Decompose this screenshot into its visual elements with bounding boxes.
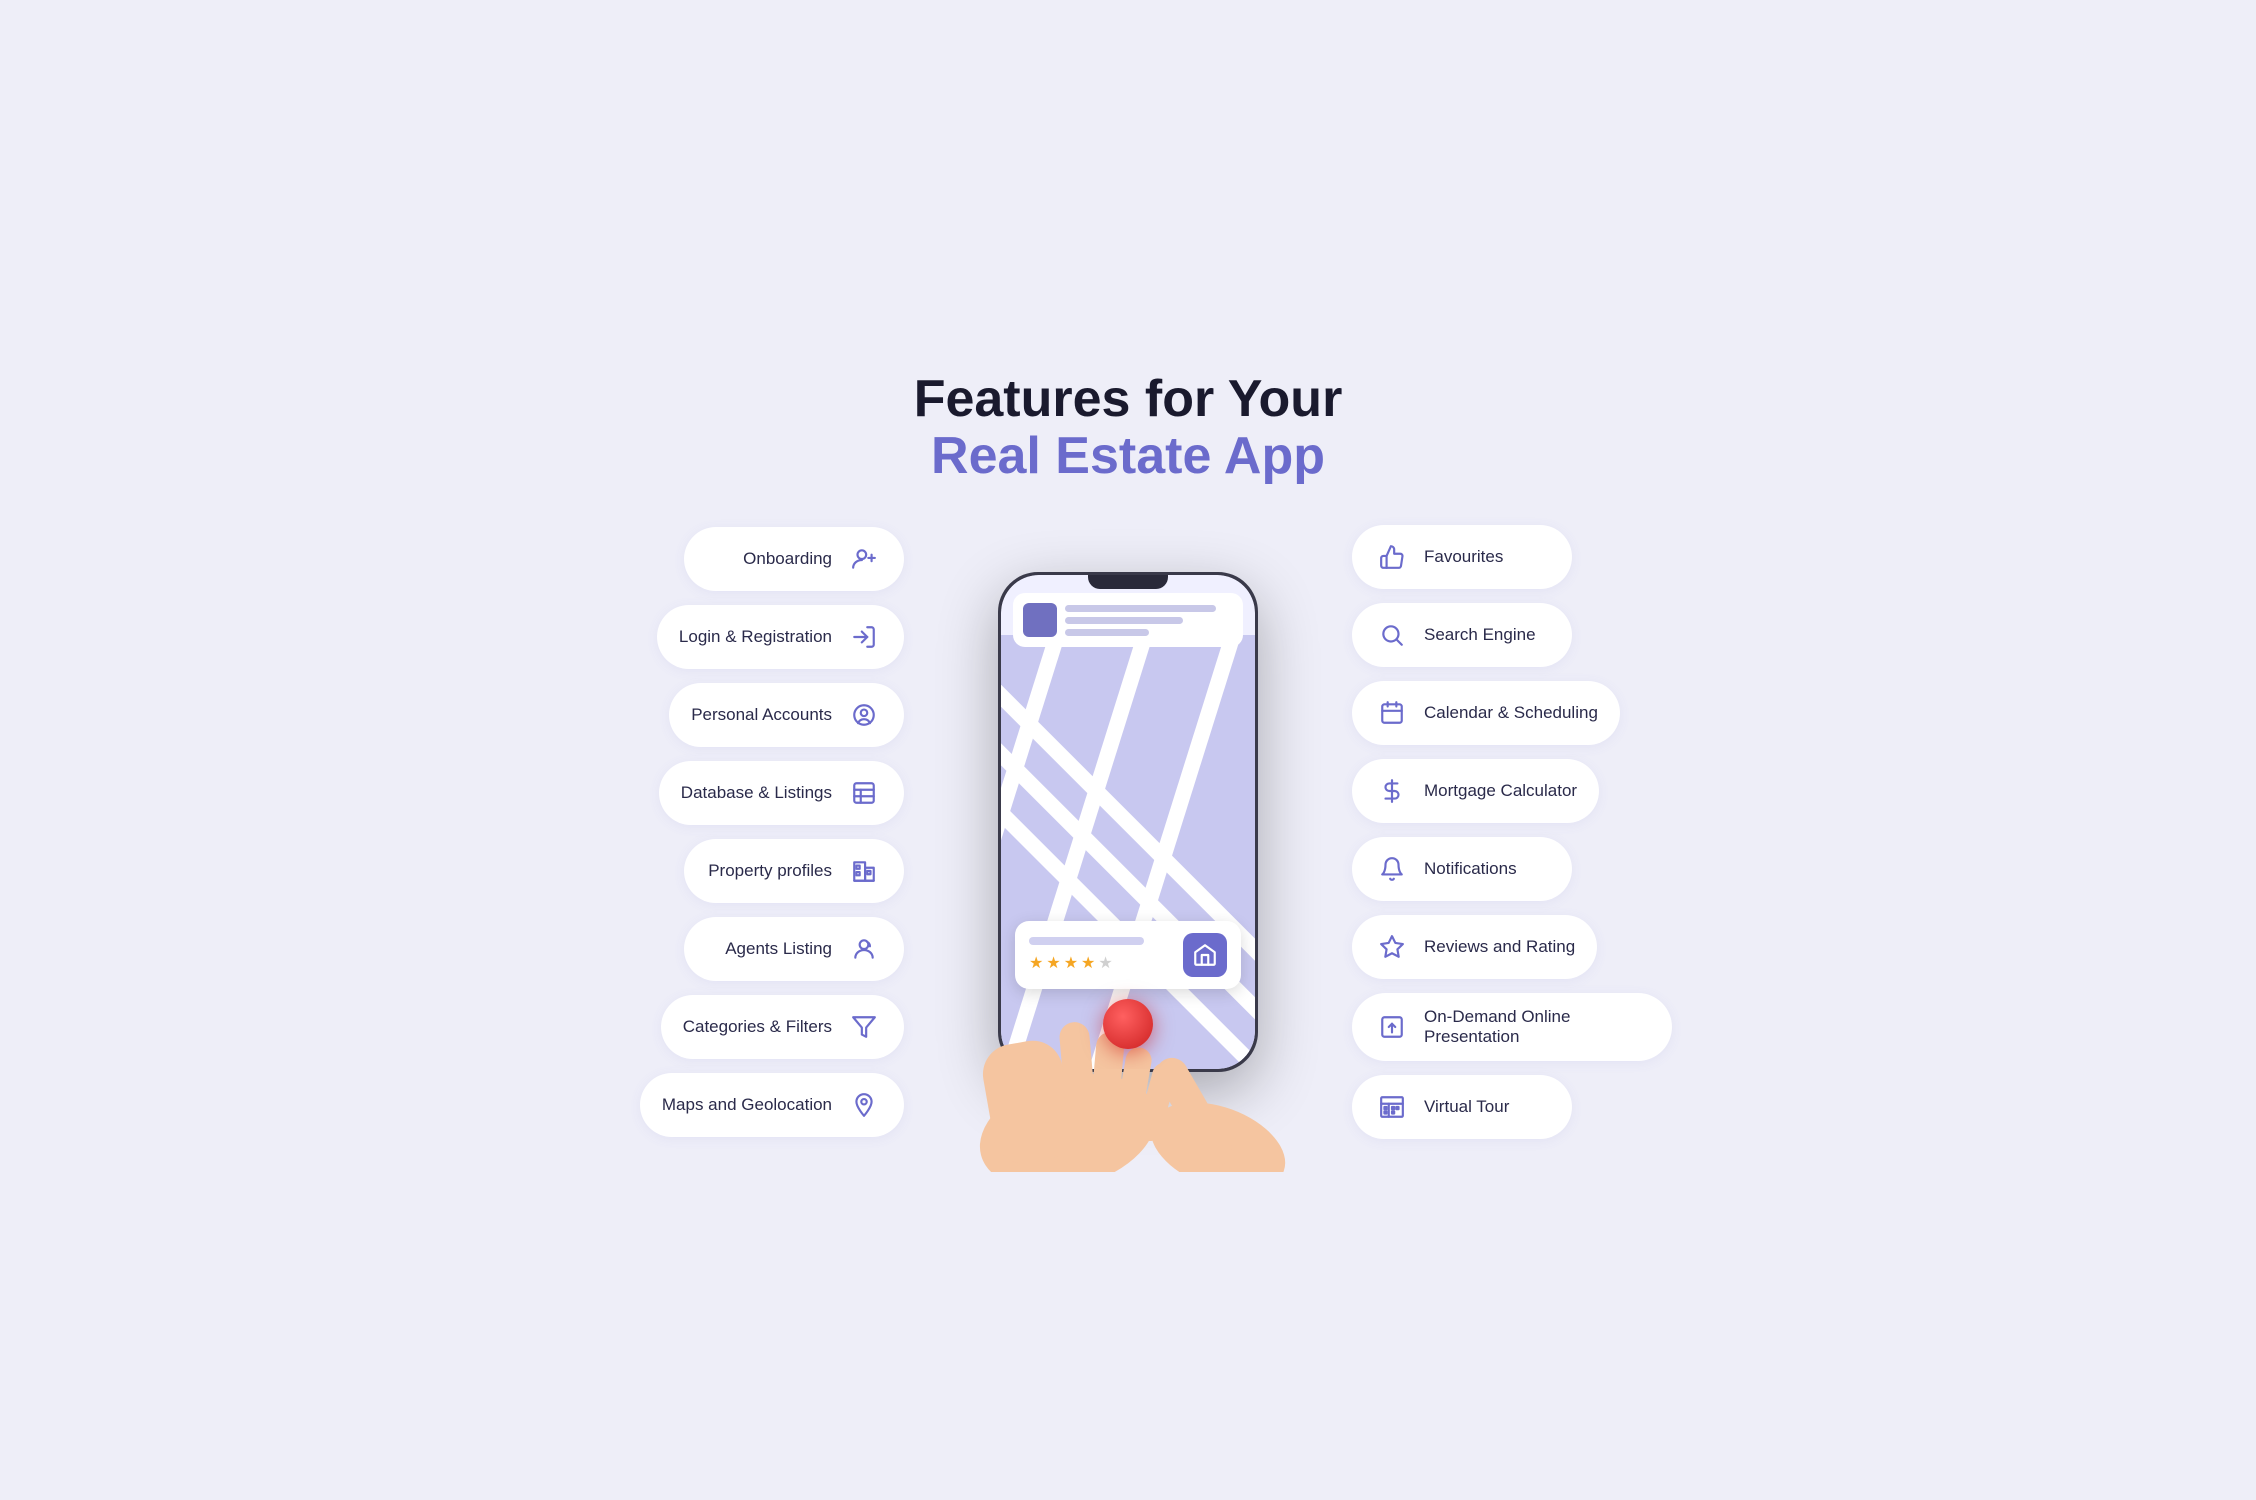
feature-label-onboarding: Onboarding bbox=[743, 549, 832, 569]
feature-pill-notifications: Notifications bbox=[1352, 837, 1572, 901]
card-info: ★★★★★ bbox=[1029, 937, 1173, 973]
feature-pill-personal-accounts: Personal Accounts bbox=[669, 683, 904, 747]
feature-label-online-presentation: On-Demand Online Presentation bbox=[1424, 1007, 1650, 1047]
header-line-2 bbox=[1065, 617, 1183, 624]
feature-label-personal-accounts: Personal Accounts bbox=[691, 705, 832, 725]
feature-pill-agents-listing: Agents Listing bbox=[684, 917, 904, 981]
feature-label-reviews-rating: Reviews and Rating bbox=[1424, 937, 1575, 957]
phone-header-card bbox=[1013, 593, 1243, 647]
star-filled: ★ bbox=[1064, 953, 1078, 973]
feature-label-categories-filters: Categories & Filters bbox=[683, 1017, 832, 1037]
feature-pill-mortgage-calculator: Mortgage Calculator bbox=[1352, 759, 1599, 823]
feature-label-login: Login & Registration bbox=[679, 627, 832, 647]
card-title-bar bbox=[1029, 937, 1144, 945]
feature-label-agents-listing: Agents Listing bbox=[725, 939, 832, 959]
phone-header-lines bbox=[1065, 605, 1233, 636]
feature-pill-onboarding: Onboarding bbox=[684, 527, 904, 591]
feature-label-virtual-tour: Virtual Tour bbox=[1424, 1097, 1509, 1117]
feature-icon-onboarding bbox=[846, 541, 882, 577]
title-line2: Real Estate App bbox=[584, 428, 1672, 485]
title-line1: Features for Your bbox=[584, 371, 1672, 428]
feature-icon-calendar-scheduling bbox=[1374, 695, 1410, 731]
feature-pill-categories-filters: Categories & Filters bbox=[661, 995, 904, 1059]
feature-icon-maps-geolocation bbox=[846, 1087, 882, 1123]
feature-icon-reviews-rating bbox=[1374, 929, 1410, 965]
property-card: ★★★★★ bbox=[1015, 921, 1241, 989]
header-line-3 bbox=[1065, 629, 1149, 636]
feature-pill-virtual-tour: Virtual Tour bbox=[1352, 1075, 1572, 1139]
feature-label-property-profiles: Property profiles bbox=[708, 861, 832, 881]
feature-icon-database bbox=[846, 775, 882, 811]
card-home-icon bbox=[1183, 933, 1227, 977]
feature-label-calendar-scheduling: Calendar & Scheduling bbox=[1424, 703, 1598, 723]
feature-label-mortgage-calculator: Mortgage Calculator bbox=[1424, 781, 1577, 801]
main-layout: Onboarding Login & Registration Personal… bbox=[584, 525, 1672, 1139]
phone-body: ★★★★★ bbox=[998, 572, 1258, 1072]
star-filled: ★ bbox=[1046, 953, 1060, 973]
header-line-1 bbox=[1065, 605, 1216, 612]
feature-pill-calendar-scheduling: Calendar & Scheduling bbox=[1352, 681, 1620, 745]
feature-label-database: Database & Listings bbox=[681, 783, 832, 803]
phone-notch bbox=[1088, 575, 1168, 589]
feature-icon-mortgage-calculator bbox=[1374, 773, 1410, 809]
star-filled: ★ bbox=[1081, 953, 1095, 973]
feature-pill-login: Login & Registration bbox=[657, 605, 904, 669]
phone-screen: ★★★★★ bbox=[1001, 575, 1255, 1069]
feature-icon-online-presentation bbox=[1374, 1009, 1410, 1045]
feature-label-notifications: Notifications bbox=[1424, 859, 1517, 879]
star-empty: ★ bbox=[1098, 953, 1112, 973]
feature-pill-search-engine: Search Engine bbox=[1352, 603, 1572, 667]
feature-pill-database: Database & Listings bbox=[659, 761, 904, 825]
feature-pill-property-profiles: Property profiles bbox=[684, 839, 904, 903]
feature-icon-personal-accounts bbox=[846, 697, 882, 733]
feature-label-search-engine: Search Engine bbox=[1424, 625, 1536, 645]
right-features-column: Favourites Search Engine Calendar & Sche… bbox=[1352, 525, 1672, 1139]
phone-illustration: ★★★★★ bbox=[904, 572, 1352, 1092]
star-filled: ★ bbox=[1029, 953, 1043, 973]
feature-icon-login bbox=[846, 619, 882, 655]
feature-icon-search-engine bbox=[1374, 617, 1410, 653]
feature-icon-virtual-tour bbox=[1374, 1089, 1410, 1125]
feature-pill-favourites: Favourites bbox=[1352, 525, 1572, 589]
feature-label-favourites: Favourites bbox=[1424, 547, 1503, 567]
feature-icon-property-profiles bbox=[846, 853, 882, 889]
feature-label-maps-geolocation: Maps and Geolocation bbox=[662, 1095, 832, 1115]
feature-pill-online-presentation: On-Demand Online Presentation bbox=[1352, 993, 1672, 1061]
phone-red-button[interactable] bbox=[1103, 999, 1153, 1049]
phone-wrapper: ★★★★★ bbox=[988, 572, 1268, 1092]
feature-icon-categories-filters bbox=[846, 1009, 882, 1045]
title-section: Features for Your Real Estate App bbox=[584, 371, 1672, 485]
phone-thumbnail bbox=[1023, 603, 1057, 637]
feature-icon-notifications bbox=[1374, 851, 1410, 887]
feature-pill-maps-geolocation: Maps and Geolocation bbox=[640, 1073, 904, 1137]
feature-icon-favourites bbox=[1374, 539, 1410, 575]
feature-icon-agents-listing bbox=[846, 931, 882, 967]
left-features-column: Onboarding Login & Registration Personal… bbox=[584, 527, 904, 1137]
feature-pill-reviews-rating: Reviews and Rating bbox=[1352, 915, 1597, 979]
page: Features for Your Real Estate App Onboar… bbox=[564, 331, 1692, 1169]
card-stars: ★★★★★ bbox=[1029, 953, 1173, 973]
